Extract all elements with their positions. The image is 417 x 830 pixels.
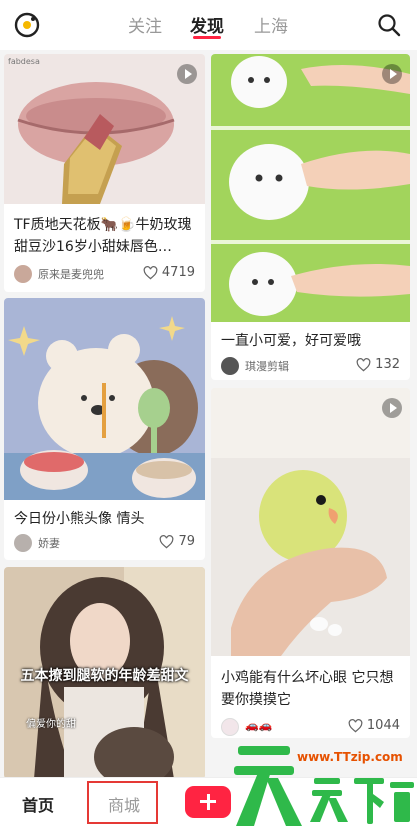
note-meta: 原来是麦兜兜 4719	[14, 265, 195, 285]
note-image	[4, 298, 205, 500]
like-button[interactable]: 79	[159, 534, 195, 549]
heart-icon	[356, 357, 371, 371]
watermark-url: www.TTzip.com	[297, 750, 403, 764]
nav-home[interactable]: 首页	[22, 792, 54, 816]
author-name[interactable]: 琪漫剪辑	[245, 358, 289, 374]
top-bar: 关注 发现 上海	[0, 0, 417, 50]
image-overlay-title: 五本撩到腿软的年龄差甜文	[20, 668, 189, 684]
tab-discover[interactable]: 发现	[190, 12, 224, 37]
active-tab-indicator	[193, 36, 221, 39]
note-image	[211, 388, 410, 656]
image-watermark-text: fabdesa	[8, 57, 40, 66]
note-card[interactable]: 今日份小熊头像 情头 娇妻 79	[4, 298, 205, 560]
author-name[interactable]: 🚗🚗	[245, 719, 272, 732]
like-button[interactable]: 1044	[348, 718, 400, 733]
image-watermark-text: 偏爱你的甜	[26, 719, 76, 730]
heart-icon	[348, 718, 363, 732]
note-meta: 🚗🚗 1044	[221, 718, 400, 738]
heart-icon	[143, 265, 158, 279]
avatar[interactable]	[14, 265, 32, 283]
note-card[interactable]: 五本撩到腿软的年龄差甜文 偏爱你的甜	[4, 567, 205, 779]
like-count: 4719	[161, 265, 195, 280]
author-name[interactable]: 娇妻	[38, 535, 60, 551]
video-play-icon	[177, 64, 197, 84]
note-title: 一直小可爱，好可爱哦	[221, 333, 361, 349]
note-card[interactable]: fabdesa TF质地天花板🐂🍺牛奶玫瑰甜豆沙16岁小甜妹唇色… 原来是麦兜兜…	[4, 54, 205, 292]
video-play-icon	[382, 398, 402, 418]
nav-mall[interactable]: 商城	[108, 792, 140, 816]
avatar[interactable]	[14, 534, 32, 552]
like-count: 79	[178, 534, 195, 549]
author-name[interactable]: 原来是麦兜兜	[38, 266, 104, 282]
video-play-icon	[382, 64, 402, 84]
tab-follow[interactable]: 关注	[128, 12, 162, 37]
note-title: TF质地天花板🐂🍺牛奶玫瑰甜豆沙16岁小甜妹唇色…	[14, 217, 192, 255]
note-image	[4, 54, 205, 204]
publish-plus-button[interactable]	[185, 786, 231, 818]
avatar[interactable]	[221, 357, 239, 375]
note-meta: 娇妻 79	[14, 534, 195, 554]
note-title: 小鸡能有什么坏心眼 它只想要你摸摸它	[221, 670, 394, 708]
search-icon[interactable]	[377, 13, 401, 37]
note-meta: 琪漫剪辑 132	[221, 357, 400, 377]
like-count: 1044	[366, 718, 400, 733]
note-card[interactable]: 小鸡能有什么坏心眼 它只想要你摸摸它 🚗🚗 1044	[211, 388, 410, 738]
avatar[interactable]	[221, 718, 239, 736]
tab-local[interactable]: 上海	[254, 12, 288, 37]
like-count: 132	[375, 357, 400, 372]
note-image	[211, 54, 410, 322]
heart-icon	[160, 534, 174, 548]
note-card[interactable]: 一直小可爱，好可爱哦 琪漫剪辑 132	[211, 54, 410, 380]
like-button[interactable]: 4719	[143, 265, 195, 280]
like-button[interactable]: 132	[356, 357, 400, 372]
note-title: 今日份小熊头像 情头	[14, 511, 145, 527]
